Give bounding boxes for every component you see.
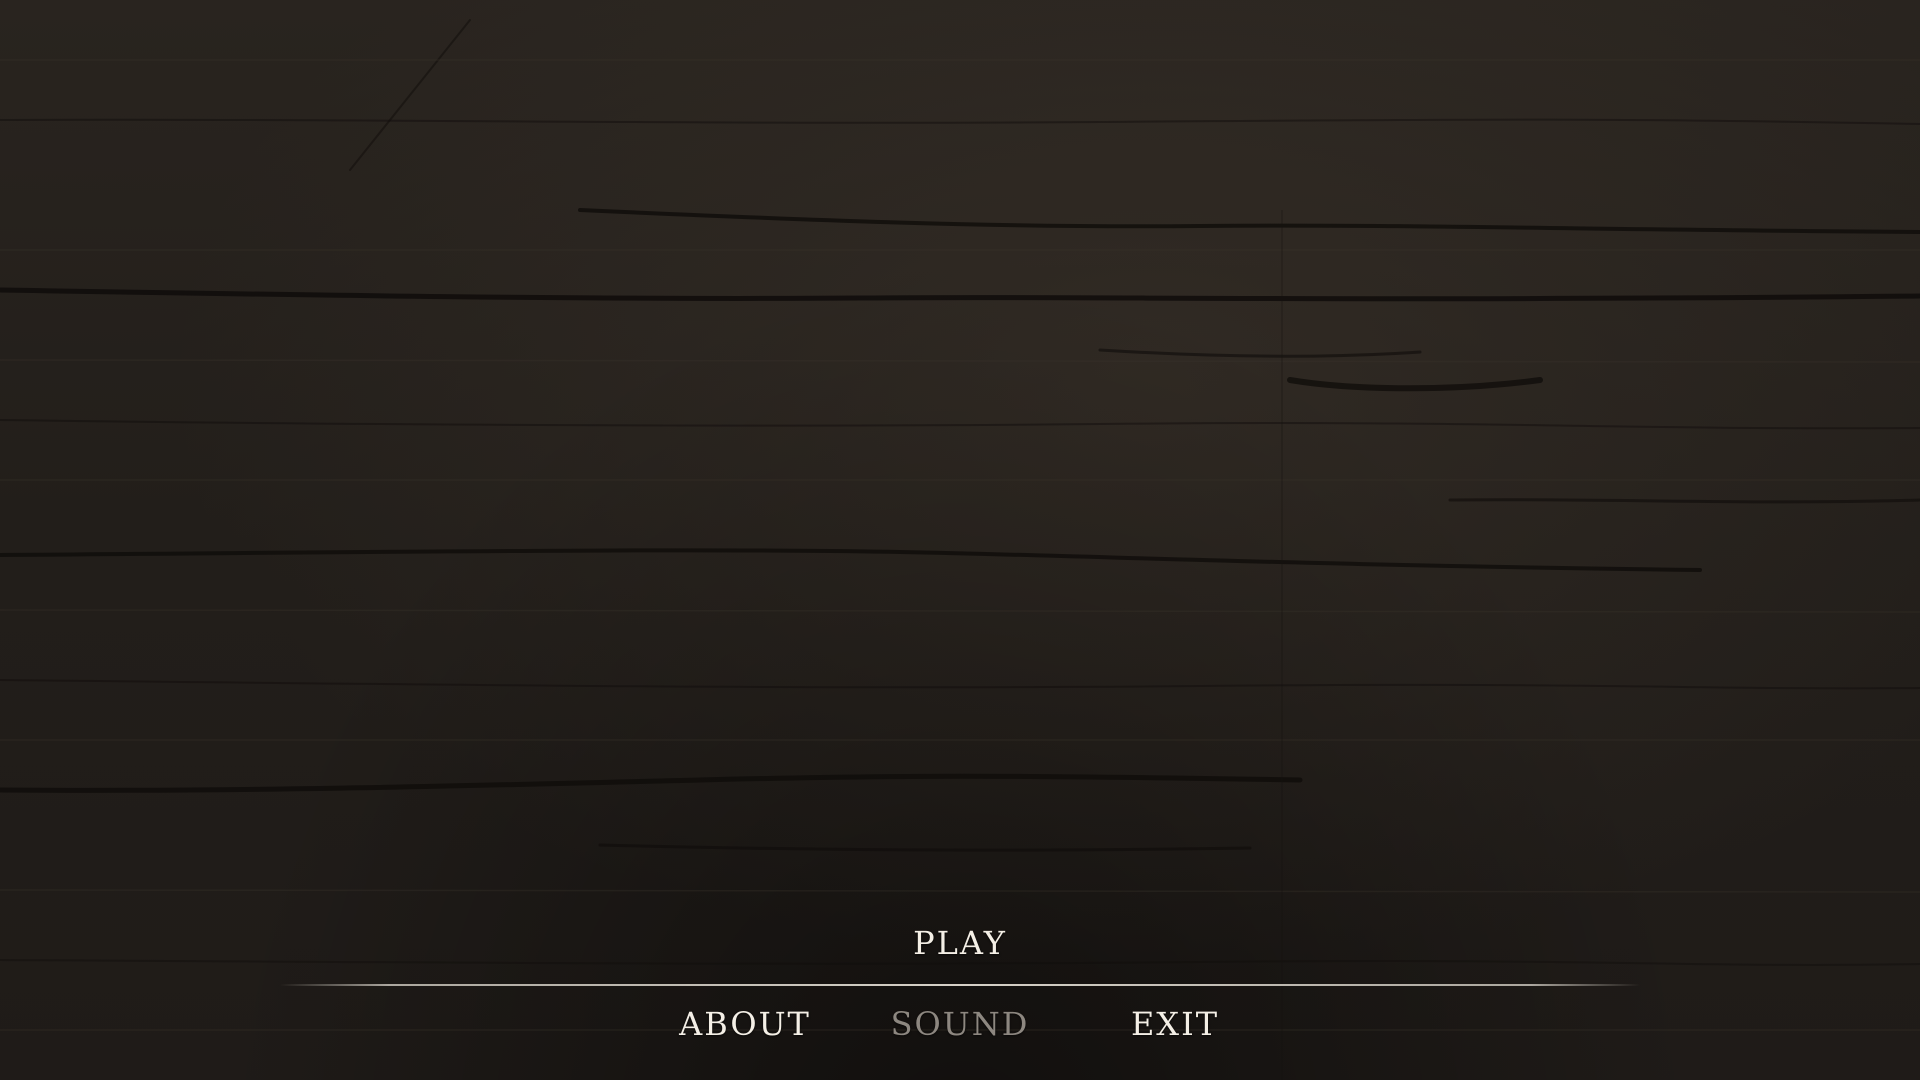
sound-button[interactable]: SOUND — [860, 1005, 1060, 1043]
menu-divider-line — [280, 984, 1640, 986]
exit-button[interactable]: EXIT — [1075, 1005, 1275, 1043]
play-button[interactable]: PLAY — [860, 924, 1060, 962]
main-menu-screen: PLAY ABOUT SOUND EXIT — [0, 0, 1920, 1080]
about-button[interactable]: ABOUT — [645, 1005, 845, 1043]
wood-texture-background — [0, 19, 1920, 1080]
